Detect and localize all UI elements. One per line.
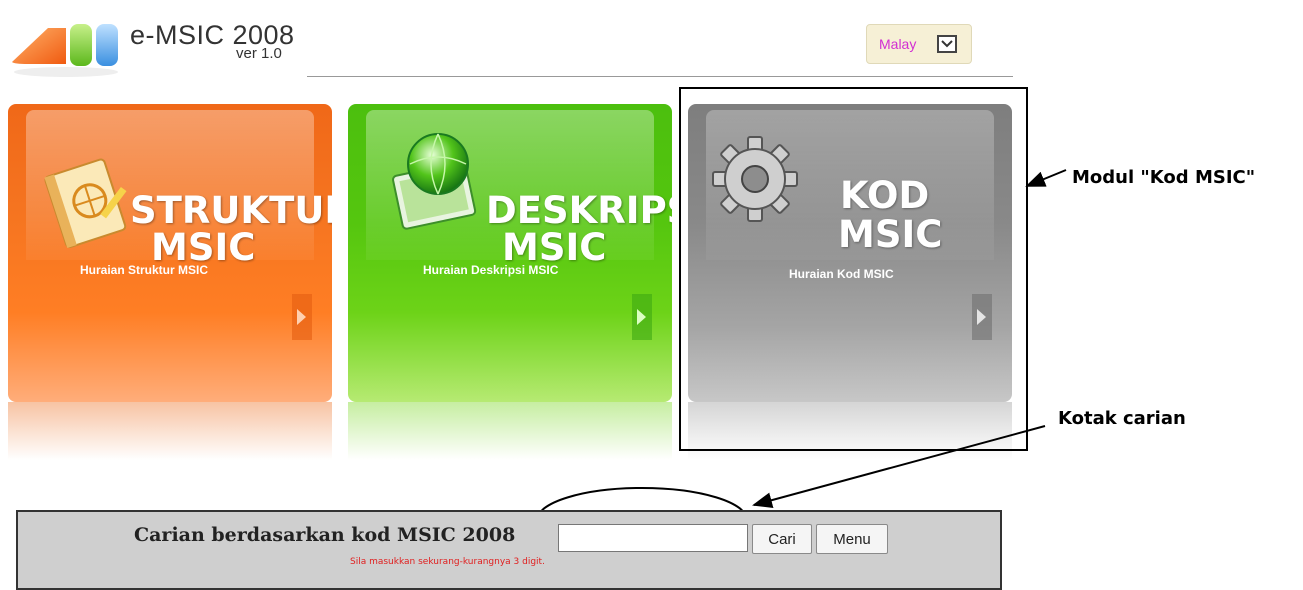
chevron-right-icon[interactable] xyxy=(292,294,312,340)
search-input[interactable] xyxy=(558,524,748,552)
tile-reflection xyxy=(348,402,672,460)
language-select[interactable]: Malay xyxy=(866,24,972,64)
module-highlight-box xyxy=(679,87,1028,451)
tile-subtitle: Huraian Deskripsi MSIC xyxy=(423,263,559,277)
chevron-right-icon[interactable] xyxy=(632,294,652,340)
tile-title-line2: MSIC xyxy=(502,226,607,269)
globe-monitor-icon xyxy=(392,133,477,230)
tile-struktur-msic[interactable]: STRUKTUR MSIC Huraian Struktur MSIC xyxy=(8,104,332,402)
app-version: ver 1.0 xyxy=(236,45,282,62)
annotation-module-label: Modul "Kod MSIC" xyxy=(1072,167,1256,188)
search-label: Carian berdasarkan kod MSIC 2008 xyxy=(134,524,516,546)
notebook-icon xyxy=(44,158,127,249)
search-hint: Sila masukkan sekurang-kurangnya 3 digit… xyxy=(350,557,545,567)
tile-subtitle: Huraian Struktur MSIC xyxy=(80,263,209,277)
tile-deskripsi-msic[interactable]: DESKRIPSI MSIC Huraian Deskripsi MSIC xyxy=(348,104,672,402)
search-button[interactable]: Cari xyxy=(752,524,812,554)
app-logo: e-MSIC 2008 ver 1.0 xyxy=(8,12,308,82)
tile-title-line1: STRUKTUR xyxy=(130,189,332,232)
annotation-search-box-label: Kotak carian xyxy=(1058,408,1186,429)
menu-button[interactable]: Menu xyxy=(816,524,888,554)
language-selected: Malay xyxy=(879,36,917,52)
logo-icon xyxy=(12,24,118,77)
tile-title-line2: MSIC xyxy=(151,226,256,269)
header-divider xyxy=(307,76,1013,77)
chevron-down-icon[interactable] xyxy=(937,35,957,53)
annotation-arrow-module xyxy=(1025,169,1067,187)
tile-reflection xyxy=(8,402,332,460)
tile-title-line1: DESKRIPSI xyxy=(486,189,672,232)
search-panel: Carian berdasarkan kod MSIC 2008 Cari Me… xyxy=(16,510,1002,590)
